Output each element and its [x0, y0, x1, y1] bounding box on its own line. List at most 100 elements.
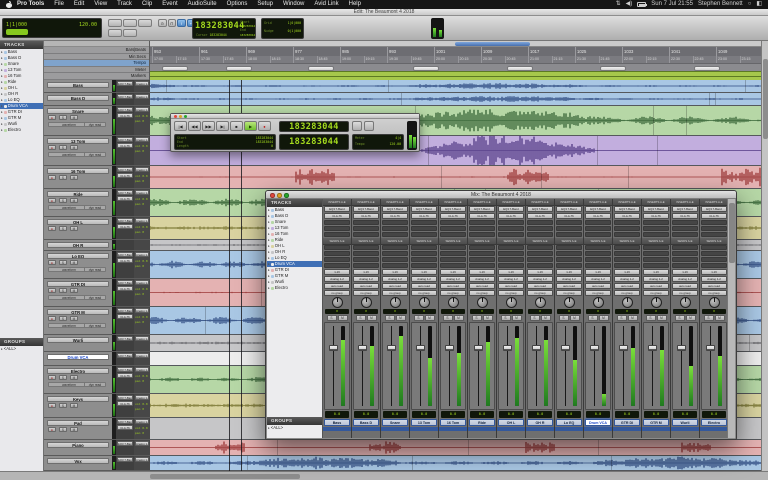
tracks-list-header[interactable]: TRACKS: [0, 41, 43, 49]
input-selector[interactable]: 1-16: [527, 269, 553, 275]
insert-empty-slot[interactable]: [556, 226, 582, 231]
solo-button[interactable]: S: [327, 315, 337, 321]
groups-list-header[interactable]: GROUPS: [0, 338, 43, 346]
menu-avid-link[interactable]: Avid Link: [309, 0, 343, 9]
mute-button[interactable]: M: [715, 315, 725, 321]
channel-name-button[interactable]: Snare: [382, 419, 408, 426]
pan-knob[interactable]: [448, 297, 459, 308]
marker-chip[interactable]: [162, 66, 188, 71]
insert-empty-slot[interactable]: [556, 220, 582, 225]
automation-mode-selector[interactable]: auto read: [440, 283, 466, 289]
transport-counter-sub[interactable]: 183283044: [280, 135, 348, 150]
insert-empty-slot[interactable]: [498, 232, 524, 237]
track-automation-selector[interactable]: dyn read: [84, 122, 106, 127]
pan-knob[interactable]: [390, 297, 401, 308]
main-counter[interactable]: 183283044: [195, 21, 239, 31]
spotlight-icon[interactable]: ○: [748, 0, 752, 9]
track-name-button[interactable]: Vox: [47, 458, 109, 464]
fader-handle[interactable]: [677, 345, 686, 351]
track-output-selector[interactable]: Analog 1-2: [135, 252, 149, 257]
pan-knob[interactable]: [709, 297, 720, 308]
send-empty-slot[interactable]: [527, 245, 553, 250]
send-empty-slot[interactable]: [469, 251, 495, 256]
track-header-16-tom[interactable]: 16 Tom●SM: [44, 166, 112, 189]
insert-eq3-button[interactable]: EQ3 7-Band: [672, 206, 698, 212]
track-header-vox[interactable]: Vox: [44, 456, 112, 471]
insert-empty-slot[interactable]: [353, 232, 379, 237]
solo-button[interactable]: S: [414, 315, 424, 321]
send-empty-slot[interactable]: [556, 257, 582, 262]
tracks-list-item-electro[interactable]: ▸Electro: [0, 127, 43, 133]
insert-eq3-button[interactable]: EQ3 7-Band: [614, 206, 640, 212]
edit-vscroll-thumb[interactable]: [763, 59, 768, 139]
send-empty-slot[interactable]: [701, 257, 727, 262]
send-empty-slot[interactable]: [353, 263, 379, 268]
pan-knob[interactable]: [332, 297, 343, 308]
marker-chip[interactable]: [694, 66, 720, 71]
send-empty-slot[interactable]: [382, 257, 408, 262]
solo-button[interactable]: S: [559, 315, 569, 321]
fader-handle[interactable]: [619, 345, 628, 351]
menu-options[interactable]: Options: [222, 0, 253, 9]
mute-button[interactable]: M: [454, 315, 464, 321]
edit-window-titlebar[interactable]: Edit: The Beaumont 4 2018: [0, 9, 768, 16]
group-selector[interactable]: no group: [411, 290, 437, 296]
insert-slot-cla76[interactable]: CLA-76: [117, 401, 133, 406]
stop-button[interactable]: ■: [230, 121, 243, 131]
insert-empty-slot[interactable]: [614, 220, 640, 225]
send-empty-slot[interactable]: [440, 245, 466, 250]
input-selector[interactable]: 1-16: [440, 269, 466, 275]
send-empty-slot[interactable]: [527, 257, 553, 262]
automation-mode-selector[interactable]: auto read: [643, 283, 669, 289]
output-selector[interactable]: Analog 1-2: [672, 276, 698, 282]
track-solo-button[interactable]: S: [59, 145, 67, 150]
pan-knob[interactable]: [477, 297, 488, 308]
track-output-selector[interactable]: Analog 1-2: [135, 190, 149, 195]
track-output-selector[interactable]: Analog 1-2: [135, 353, 149, 358]
fader-handle[interactable]: [329, 345, 338, 351]
insert-empty-slot[interactable]: [324, 226, 350, 231]
track-name-button[interactable]: Electro: [47, 368, 109, 374]
send-empty-slot[interactable]: [498, 245, 524, 250]
mute-button[interactable]: M: [628, 315, 638, 321]
insert-empty-slot[interactable]: [585, 226, 611, 231]
mute-button[interactable]: M: [512, 315, 522, 321]
fader-handle[interactable]: [561, 345, 570, 351]
solo-button[interactable]: S: [704, 315, 714, 321]
ruler-label-minsecs[interactable]: Min:Secs: [44, 54, 149, 61]
insert-slot-eq3[interactable]: EQ3 7-Band: [117, 395, 133, 400]
track-name-button[interactable]: Lo EQ: [47, 253, 109, 259]
insert-empty-slot[interactable]: [556, 232, 582, 237]
insert-slot-cla76[interactable]: CLA-76: [117, 373, 133, 378]
track-name-button[interactable]: 13 Tom: [47, 138, 109, 144]
solo-button[interactable]: S: [356, 315, 366, 321]
menu-pro-tools[interactable]: Pro Tools: [12, 0, 49, 9]
insert-slot-eq3[interactable]: EQ3 7-Band: [117, 81, 133, 86]
track-output-selector[interactable]: Analog 1-2: [135, 81, 149, 86]
track-output-selector[interactable]: Analog 1-2: [135, 336, 149, 341]
send-empty-slot[interactable]: [614, 251, 640, 256]
track-name-button[interactable]: Bass: [47, 82, 109, 88]
track-solo-button[interactable]: S: [59, 288, 67, 293]
insert-empty-slot[interactable]: [382, 220, 408, 225]
output-selector[interactable]: Analog 1-2: [614, 276, 640, 282]
insert-cla76-button[interactable]: CLA-76: [701, 213, 727, 219]
solo-button[interactable]: S: [675, 315, 685, 321]
track-name-button[interactable]: Drum VCA: [47, 354, 109, 360]
track-header-13-tom[interactable]: 13 Tom●SMwaveformdyn read: [44, 136, 112, 166]
send-empty-slot[interactable]: [701, 245, 727, 250]
menu-edit[interactable]: Edit: [69, 0, 89, 9]
send-empty-slot[interactable]: [469, 263, 495, 268]
mute-button[interactable]: M: [338, 315, 348, 321]
input-selector[interactable]: 1-16: [469, 269, 495, 275]
insert-empty-slot[interactable]: [324, 220, 350, 225]
tool-button-zoomer[interactable]: ⊙: [158, 19, 167, 27]
track-rec-button[interactable]: ●: [48, 145, 56, 150]
track-header-bass[interactable]: Bass: [44, 80, 112, 93]
track-output-selector[interactable]: Analog 1-2: [135, 308, 149, 313]
automation-mode-selector[interactable]: auto read: [382, 283, 408, 289]
group-selector[interactable]: no group: [701, 290, 727, 296]
solo-button[interactable]: S: [646, 315, 656, 321]
input-selector[interactable]: 1-16: [324, 269, 350, 275]
send-empty-slot[interactable]: [701, 263, 727, 268]
